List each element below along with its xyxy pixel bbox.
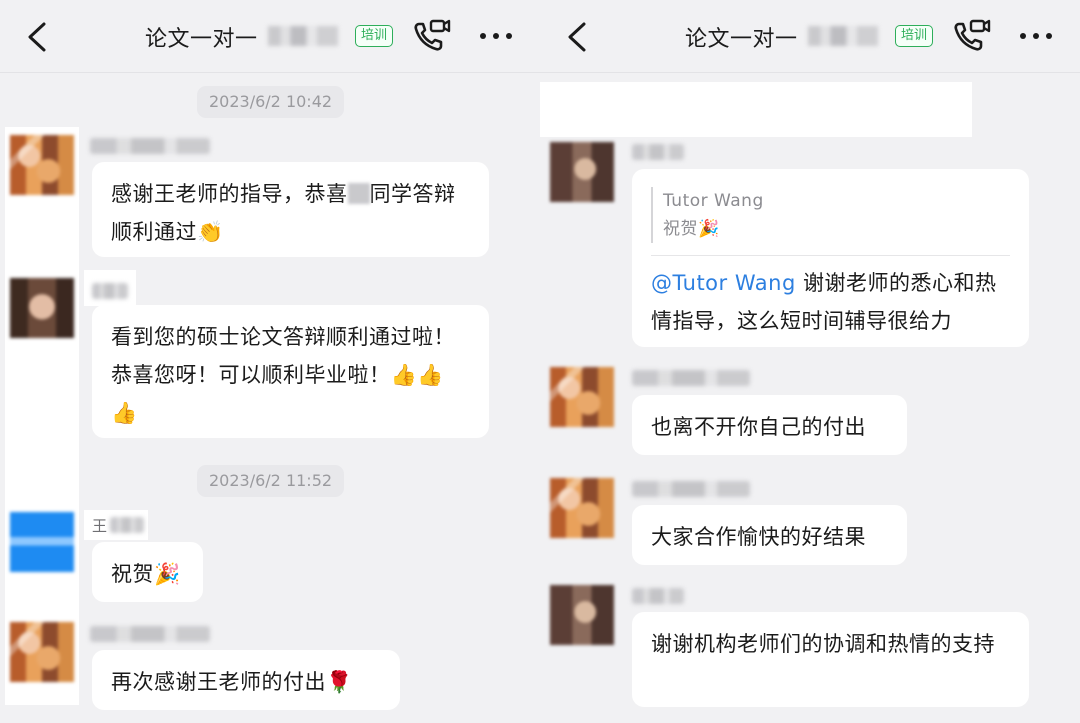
training-badge: 培训 <box>355 25 394 47</box>
message-text: 再次感谢王老师的付出 <box>111 670 326 694</box>
more-dots-icon[interactable] <box>1018 24 1054 48</box>
timestamp: 2023/6/2 10:42 <box>197 86 345 118</box>
message-bubble[interactable]: 再次感谢王老师的付出🌹 <box>92 650 400 710</box>
rose-icon: 🌹 <box>326 670 353 694</box>
divider <box>651 255 1010 256</box>
avatar[interactable] <box>10 622 74 682</box>
message-bubble[interactable]: 看到您的硕士论文答辩顺利通过啦！恭喜您呀！可以顺利毕业啦！👍👍👍 <box>92 305 489 438</box>
avatar[interactable] <box>550 585 614 645</box>
party-popper-icon: 🎉 <box>154 562 181 586</box>
redaction-box <box>540 82 972 137</box>
sender-name-redacted <box>632 144 684 160</box>
phone-video-call-icon[interactable] <box>952 18 992 54</box>
title-redacted <box>268 26 338 46</box>
chat-panel-right: 论文一对一 培训 Tutor Wang 祝贺🎉 @Tutor Wang 谢谢老师… <box>540 0 1080 723</box>
message-bubble[interactable]: 谢谢机构老师们的协调和热情的支持 <box>632 612 1029 707</box>
back-arrow-icon[interactable] <box>562 20 592 54</box>
avatar[interactable] <box>550 367 614 427</box>
quoted-message[interactable]: Tutor Wang 祝贺🎉 <box>651 187 1010 243</box>
avatar[interactable] <box>10 278 74 338</box>
party-popper-icon: 🎉 <box>698 219 720 239</box>
chat-header: 论文一对一 培训 <box>0 0 540 73</box>
timestamp: 2023/6/2 11:52 <box>197 465 345 497</box>
avatar[interactable] <box>10 512 74 572</box>
sender-name-redacted <box>632 370 750 386</box>
message-text: 大家合作愉快的好结果 <box>651 525 866 549</box>
selection-strip <box>5 127 79 705</box>
chat-title: 论文一对一 <box>145 27 258 52</box>
sender-name-redacted <box>90 626 210 642</box>
sender-name: 王 <box>92 517 108 535</box>
quoted-text: 祝贺 <box>663 219 698 239</box>
message-bubble[interactable]: 祝贺🎉 <box>92 542 203 602</box>
chat-title: 论文一对一 <box>685 27 798 52</box>
message-text: 感谢王老师的指导，恭喜 <box>111 182 348 206</box>
title-redacted <box>808 26 878 46</box>
message-text: 也离不开你自己的付出 <box>651 415 866 439</box>
mention-link[interactable]: @Tutor Wang <box>651 271 796 295</box>
more-dots-icon[interactable] <box>478 24 514 48</box>
chat-panel-left: 论文一对一 培训 2023/6/2 10:42 感谢王老师的指导，恭喜 同学答辩顺… <box>0 0 540 723</box>
chat-header: 论文一对一 培训 <box>540 0 1080 73</box>
training-badge: 培训 <box>895 25 934 47</box>
back-arrow-icon[interactable] <box>22 20 52 54</box>
sender-name-redacted <box>110 517 144 533</box>
sender-name-redacted <box>92 283 128 299</box>
avatar[interactable] <box>550 142 614 202</box>
message-bubble[interactable]: Tutor Wang 祝贺🎉 @Tutor Wang 谢谢老师的悉心和热情指导，… <box>632 169 1029 347</box>
message-bubble[interactable]: 感谢王老师的指导，恭喜 同学答辩顺利通过👏 <box>92 162 489 257</box>
redacted-name <box>347 183 370 204</box>
message-text: 谢谢机构老师们的协调和热情的支持 <box>651 632 995 656</box>
phone-video-call-icon[interactable] <box>412 18 452 54</box>
sender-name-redacted <box>90 138 210 154</box>
message-bubble[interactable]: 大家合作愉快的好结果 <box>632 505 907 565</box>
clapping-hands-icon: 👏 <box>197 220 224 244</box>
sender-name-redacted <box>632 481 750 497</box>
quoted-sender: Tutor Wang <box>663 191 764 211</box>
message-text: 祝贺 <box>111 562 154 586</box>
sender-name-redacted <box>632 588 684 604</box>
message-bubble[interactable]: 也离不开你自己的付出 <box>632 395 907 455</box>
avatar[interactable] <box>550 478 614 538</box>
avatar[interactable] <box>10 135 74 195</box>
